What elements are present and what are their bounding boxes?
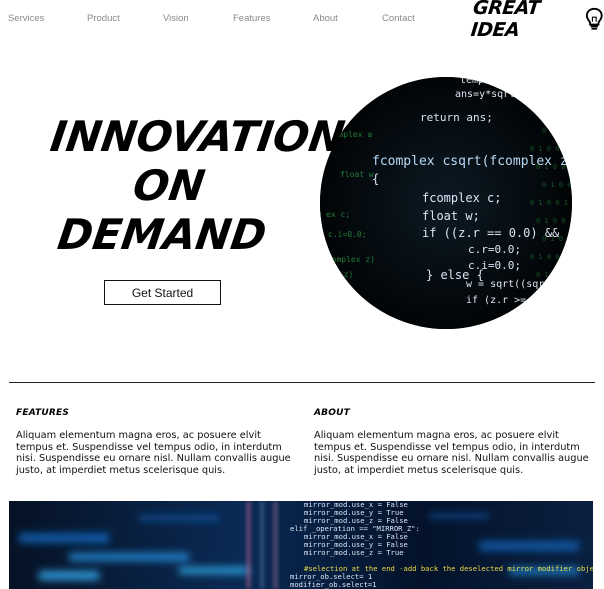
features-text: Aliquam elementum magna eros, ac posuere… <box>16 430 291 476</box>
code-fragment: 0 1 0 0 1 1 0 <box>536 271 572 279</box>
section-divider <box>9 382 595 383</box>
code-line: float w; <box>422 209 480 223</box>
hero-title-line: ON <box>130 161 208 210</box>
bottom-code-image: mirror_mod.use_x = False mirror_mod.use_y… <box>9 501 593 589</box>
code-fragment: 0 1 0 0 1 1 0 <box>542 181 572 189</box>
code-fragment: 0 1 0 0 1 1 0 <box>542 127 572 135</box>
code-fragment: ex c; <box>326 210 350 219</box>
bottom-code-graphic: mirror_mod.use_x = Falsemirror_mod.use_y… <box>9 501 593 589</box>
hero-title-line: INNOVATION <box>47 112 348 161</box>
code-fragment: 0 1 0 0 1 1 0 <box>530 307 572 315</box>
code-line: ans=y*sqrt(1.0+temp <box>455 89 569 100</box>
code-line: if ((z.r == 0.0) && (z.i == 0.0)) { <box>422 226 572 240</box>
code-fragment: 0 1 0 0 1 1 0 <box>542 289 572 297</box>
logo[interactable]: GREAT IDEA <box>470 0 604 41</box>
nav-product[interactable]: Product <box>87 13 120 24</box>
code-line: w = sqrt((sqrt(z.r* <box>466 279 572 290</box>
code-fragment: 0 1 0 0 1 1 0 <box>536 325 572 329</box>
nav-contact[interactable]: Contact <box>382 13 415 24</box>
code-fragment: 0 1 0 0 1 1 0 <box>530 253 572 261</box>
hero-code-image: fcomplex a ex c; fcomplex z) float w c.i=0.0… <box>320 77 572 329</box>
code-fragment: 0 1 0 0 1 1 0 <box>530 199 572 207</box>
about-text: Aliquam elementum magna eros, ac posuere… <box>314 430 589 476</box>
code-line: c.r=0.0; <box>468 243 521 256</box>
code-line: modifier_ob.select=1 <box>290 580 377 589</box>
code-line: fcomplex csqrt(fcomplex z) <box>372 154 572 169</box>
nav-services[interactable]: Services <box>8 13 44 24</box>
code-line: return ans; <box>420 111 493 124</box>
code-fragment: float w <box>340 170 374 179</box>
code-fragment: 0 1 0 0 1 1 0 <box>536 217 572 225</box>
code-line: fcomplex c; <box>422 191 501 205</box>
hero-code-graphic: fcomplex aex c;fcomplex z)float wc.i=0.0… <box>320 77 572 329</box>
top-nav: Services Product Vision Features About C… <box>0 0 604 41</box>
nav-about[interactable]: About <box>313 13 338 24</box>
get-started-button[interactable]: Get Started <box>104 280 221 305</box>
code-fragment: c.i=0.0; <box>328 230 367 239</box>
code-fragment: 0 1 0 0 1 1 0 <box>530 91 572 99</box>
features-heading: FEATURES <box>16 408 70 418</box>
about-heading: ABOUT <box>314 408 350 418</box>
code-fragment: 0 1 0 0 1 1 0 <box>536 109 572 117</box>
code-line: temp=x/y; <box>460 77 514 86</box>
logo-text: GREAT IDEA <box>469 0 541 41</box>
code-fragment: x z) <box>334 270 353 279</box>
code-line: { <box>372 172 379 186</box>
code-line: if (z.r >= 0.0) <box>466 295 556 306</box>
nav-features[interactable]: Features <box>233 13 271 24</box>
lightbulb-icon <box>586 7 604 30</box>
nav-vision[interactable]: Vision <box>163 13 189 24</box>
hero-title: INNOVATION ON DEMAND <box>34 112 348 259</box>
hero-title-line: DEMAND <box>54 210 270 259</box>
code-fragment: fcomplex z) <box>322 255 375 264</box>
code-fragment: 0 1 0 0 1 1 0 <box>530 145 572 153</box>
code-line: mirror_mod.use_z = True <box>304 548 404 557</box>
